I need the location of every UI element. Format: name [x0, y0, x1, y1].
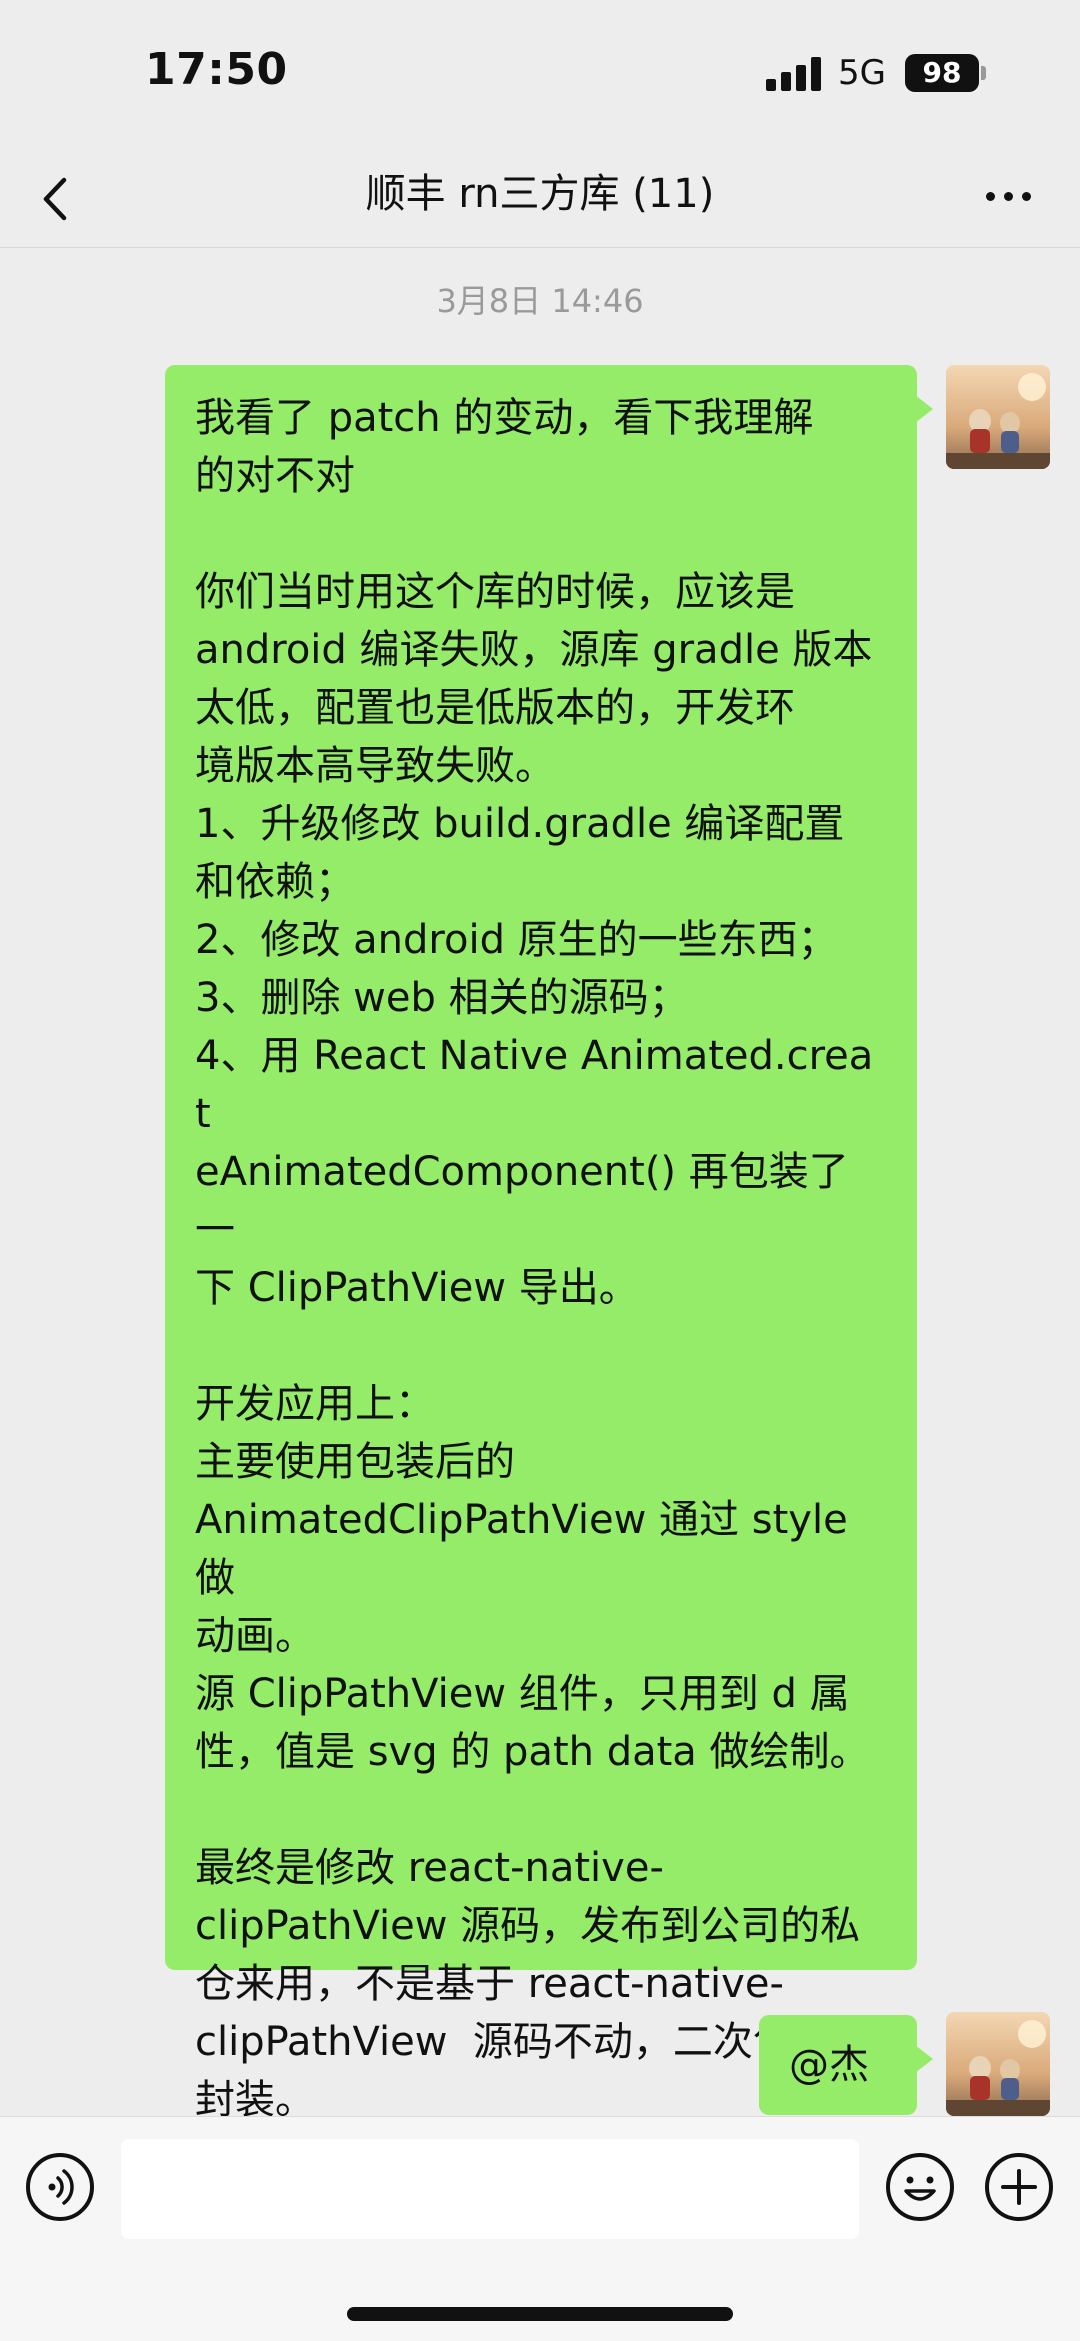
voice-icon [48, 2169, 74, 2205]
voice-button[interactable] [26, 2153, 94, 2221]
message-bubble[interactable]: @杰 [759, 2015, 933, 2115]
more-icon [986, 192, 995, 201]
avatar[interactable] [946, 2012, 1050, 2116]
battery-cap [981, 66, 986, 80]
chat-title: 顺丰 rn三方库 (11) [365, 171, 715, 217]
more-button[interactable] [978, 172, 1038, 224]
nav-bar: 顺丰 rn三方库 (11) [0, 150, 1080, 248]
avatar[interactable] [946, 365, 1050, 469]
battery-icon: 98 [905, 54, 979, 92]
message-input[interactable] [121, 2139, 859, 2239]
message-timestamp: 3月8日 14:46 [436, 282, 644, 320]
plus-icon [1001, 2169, 1037, 2205]
home-indicator [347, 2307, 733, 2321]
message-bubble[interactable]: 我看了 patch 的变动，看下我理解 的对不对 你们当时用这个库的时候，应该是… [165, 365, 933, 2123]
emoji-button[interactable] [886, 2153, 954, 2221]
status-time: 17:50 [145, 44, 288, 95]
status-bar: 17:50 5G 98 [0, 0, 1080, 150]
network-type: 5G [838, 53, 886, 93]
signal-icon [766, 57, 822, 91]
emoji-icon [904, 2176, 936, 2201]
plus-button[interactable] [985, 2153, 1053, 2221]
